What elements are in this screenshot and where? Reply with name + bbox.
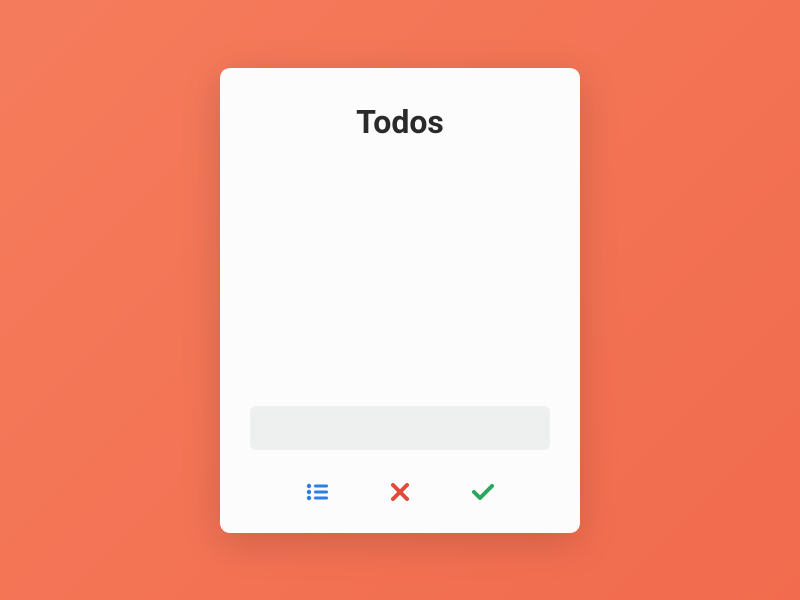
x-icon [391, 483, 409, 501]
input-area [250, 406, 550, 450]
complete-button[interactable] [468, 479, 498, 505]
show-all-button[interactable] [302, 479, 332, 505]
todo-list-area [250, 151, 550, 406]
check-icon [472, 483, 494, 501]
clear-button[interactable] [387, 479, 413, 505]
todo-card: Todos [220, 68, 580, 533]
page-title: Todos [250, 103, 550, 141]
list-icon [306, 483, 328, 501]
new-todo-input[interactable] [250, 406, 550, 450]
footer-actions [250, 475, 550, 505]
